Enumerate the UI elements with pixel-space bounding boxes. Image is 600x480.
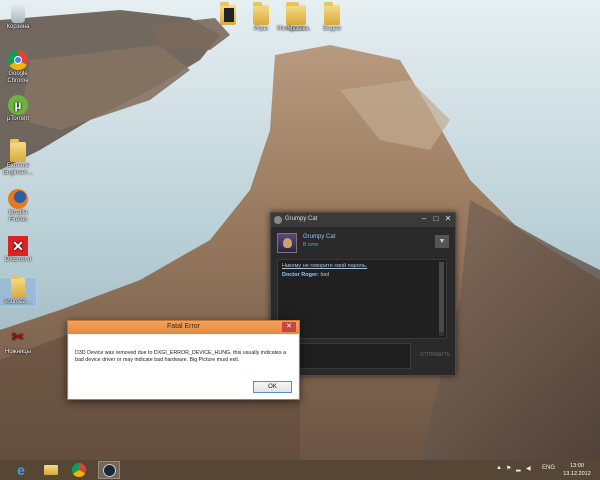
taskbar-steam-button[interactable]: [98, 461, 120, 479]
send-button[interactable]: ОТПРАВИТЬ: [415, 349, 455, 361]
desktop-icon-label: Google Chrome: [7, 71, 29, 84]
desktop-icon-firefox[interactable]: Mozilla Firefox: [0, 189, 36, 224]
chat-message: Никому не говорите свой пароль.: [282, 263, 368, 269]
chat-scrollbar[interactable]: [439, 262, 444, 336]
language-indicator[interactable]: ENG: [542, 465, 555, 471]
fatal-error-dialog: Fatal Error ✕ D3D Device was removed due…: [67, 320, 300, 400]
dialog-body: D3D Device was removed due to DXGI_ERROR…: [69, 335, 298, 399]
desktop-icon-chrome[interactable]: Google Chrome: [0, 50, 36, 85]
chat-friend-header: Grumpy Cat В сети ▼: [275, 231, 451, 257]
folder-icon: [253, 2, 269, 25]
dark-folder-icon: [220, 2, 236, 25]
taskbar-explorer-button[interactable]: [40, 461, 62, 479]
folder-icon: [11, 275, 25, 298]
network-icon[interactable]: ▂: [516, 465, 521, 472]
volume-icon[interactable]: ◀: [526, 465, 531, 472]
steam-icon: [274, 216, 282, 224]
firefox-icon: [8, 189, 28, 209]
desktop-icon-label: DXError.d: [4, 257, 32, 263]
steam-icon: [103, 464, 116, 477]
error-app-icon: ✕: [8, 236, 28, 256]
desktop-icon-label: Extreme Engineer…: [2, 163, 34, 176]
clock[interactable]: 13:00 13.12.2012: [560, 462, 594, 478]
flag-icon[interactable]: ⚑: [506, 465, 511, 472]
close-icon[interactable]: ✕: [282, 322, 296, 332]
desktop-icon-dark-folder[interactable]: [210, 2, 246, 26]
file-explorer-icon: [44, 465, 58, 475]
chat-message: Doctor Roger: lool: [282, 272, 442, 278]
scissors-icon: ✂: [11, 329, 25, 346]
dialog-title-bar[interactable]: Fatal Error ✕: [68, 321, 299, 334]
utorrent-icon: µ: [8, 95, 28, 115]
desktop-icon-source2[interactable]: source2…: [0, 275, 37, 307]
desktop-icon-label: Mozilla Firefox: [8, 210, 28, 223]
message-sender: Doctor Roger:: [282, 272, 319, 278]
desktop-icon-label: Видео: [323, 26, 341, 32]
desktop-icon-extreme-engineer[interactable]: Extreme Engineer…: [0, 139, 36, 177]
chat-log: Никому не говорите свой пароль. Doctor R…: [277, 259, 447, 339]
minimize-icon[interactable]: –: [419, 214, 429, 224]
chrome-icon: [72, 463, 86, 477]
folder-icon: [324, 2, 340, 25]
desktop-icon-label: µTorrent: [6, 116, 30, 122]
desktop-icon-music-folder-real[interactable]: Музыка: [280, 2, 316, 33]
clock-date: 13.12.2012: [563, 471, 591, 477]
maximize-icon[interactable]: □: [431, 214, 441, 224]
ok-button[interactable]: OK: [253, 381, 292, 393]
error-message: D3D Device was removed due to DXGI_ERROR…: [75, 350, 287, 363]
tray-up-arrow-icon[interactable]: ▲: [496, 465, 502, 471]
chrome-icon: [8, 50, 28, 70]
desktop-icon-label: Игры: [253, 26, 269, 32]
taskbar-chrome-button[interactable]: [68, 461, 90, 479]
chat-title-bar[interactable]: Grumpy Cat – □ ✕: [271, 213, 455, 227]
friend-status: В сети: [303, 242, 318, 248]
chat-window-title: Grumpy Cat: [285, 216, 318, 222]
desktop-icon-games[interactable]: Игры: [243, 2, 279, 33]
desktop-icon-label: source2…: [4, 299, 32, 305]
taskbar-ie-button[interactable]: e: [10, 461, 32, 479]
recycle-bin-icon: [11, 3, 25, 23]
ie-icon: e: [17, 462, 25, 478]
desktop-icon-dxerror[interactable]: ✕ DXError.d: [0, 236, 36, 264]
friend-name[interactable]: Grumpy Cat: [303, 234, 335, 240]
desktop-icon-video[interactable]: Видео: [314, 2, 350, 33]
avatar[interactable]: [277, 233, 297, 253]
desktop-icon-label: Ножницы: [4, 349, 32, 355]
desktop-icon-label: Корзина: [6, 24, 30, 30]
desktop-icon-label: Музыка: [287, 26, 309, 32]
dialog-title: Fatal Error: [166, 323, 201, 330]
folder-icon: [290, 2, 306, 25]
desktop-icon-recycle-bin[interactable]: Корзина: [0, 3, 36, 31]
chevron-down-icon[interactable]: ▼: [435, 235, 449, 248]
folder-icon: [10, 139, 26, 162]
message-text: lool: [318, 272, 330, 278]
desktop-icon-utorrent[interactable]: µ µTorrent: [0, 95, 36, 123]
desktop-icon-scissors[interactable]: ✂ Ножницы: [0, 328, 36, 356]
clock-time: 13:00: [570, 463, 584, 469]
close-icon[interactable]: ✕: [443, 214, 453, 224]
taskbar: e ▲ ⚑ ▂ ◀ ENG 13:00 13.12.2012: [0, 460, 600, 480]
